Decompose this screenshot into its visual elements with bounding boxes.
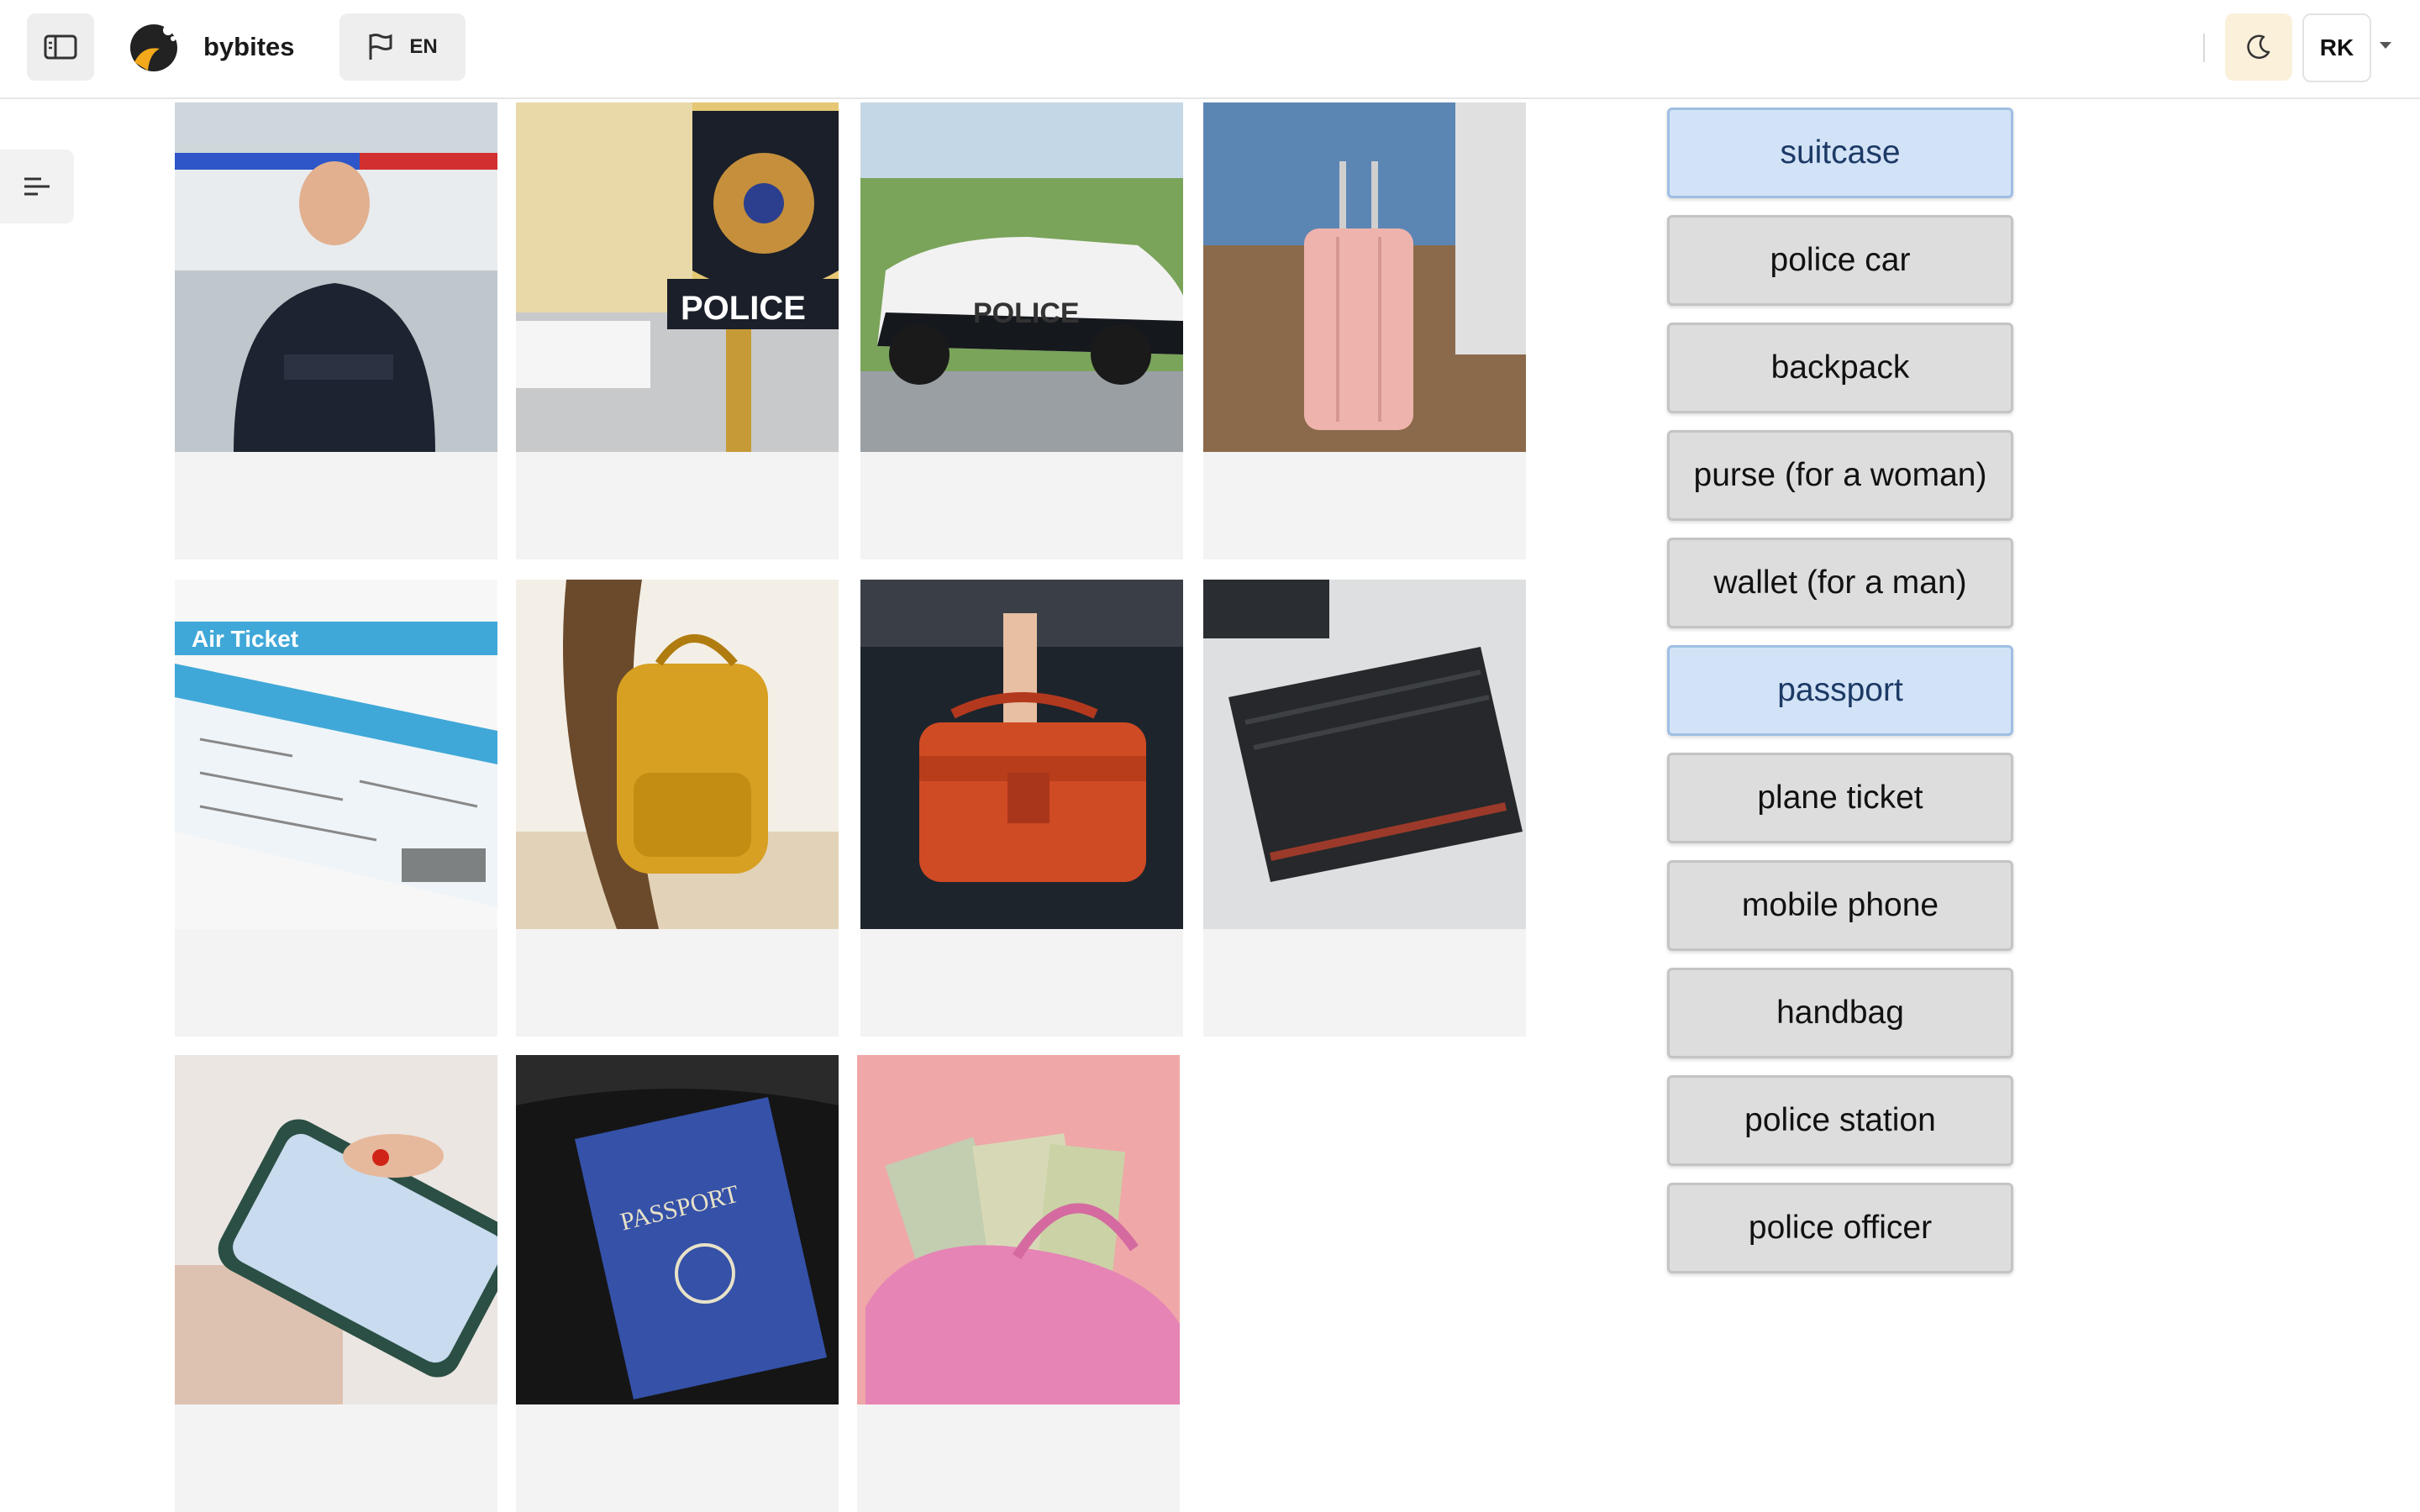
language-button[interactable]: EN — [339, 13, 466, 81]
image-card[interactable] — [1203, 580, 1526, 1037]
brand-name[interactable]: bybites — [203, 32, 295, 62]
svg-text:POLICE: POLICE — [681, 290, 806, 327]
sidebar-toggle-button[interactable] — [27, 13, 94, 81]
svg-text:Air Ticket: Air Ticket — [192, 626, 298, 652]
wallet-image — [1203, 580, 1526, 929]
word-option-police-station[interactable]: police station — [1667, 1075, 2013, 1166]
backpack-image — [516, 580, 839, 929]
purse-image — [857, 1055, 1180, 1404]
word-option-backpack[interactable]: backpack — [1667, 323, 2013, 413]
word-option-police-car[interactable]: police car — [1667, 215, 2013, 306]
top-bar: bybites EN RK — [0, 0, 2420, 99]
police-station-image: POLICE — [516, 102, 839, 452]
image-card[interactable] — [857, 1055, 1180, 1512]
passport-image: PASSPORT — [516, 1055, 839, 1404]
handbag-image — [860, 580, 1183, 929]
flag-icon — [369, 34, 392, 60]
mobile-phone-image — [175, 1055, 497, 1404]
moon-icon — [2247, 34, 2270, 60]
image-card[interactable]: PASSPORT — [516, 1055, 839, 1512]
word-option-purse[interactable]: purse (for a woman) — [1667, 430, 2013, 521]
word-option-mobile-phone[interactable]: mobile phone — [1667, 860, 2013, 951]
image-card[interactable] — [1203, 102, 1526, 559]
brand-logo[interactable] — [126, 20, 182, 76]
plane-ticket-image: Air Ticket — [175, 580, 497, 929]
word-option-wallet[interactable]: wallet (for a man) — [1667, 538, 2013, 628]
word-option-passport[interactable]: passport — [1667, 645, 2013, 736]
police-officer-image — [175, 102, 497, 452]
word-option-police-officer[interactable]: police officer — [1667, 1183, 2013, 1273]
image-card[interactable] — [175, 102, 497, 559]
word-option-plane-ticket[interactable]: plane ticket — [1667, 753, 2013, 843]
outline-list-icon — [24, 177, 50, 196]
image-card[interactable] — [516, 580, 839, 1037]
header-divider — [2203, 34, 2205, 62]
word-option-suitcase[interactable]: suitcase — [1667, 108, 2013, 198]
image-card[interactable]: POLICE — [516, 102, 839, 559]
image-card[interactable]: Air Ticket — [175, 580, 497, 1037]
image-card[interactable]: POLICE — [860, 102, 1183, 559]
suitcase-image — [1203, 102, 1526, 452]
theme-toggle-button[interactable] — [2225, 13, 2292, 81]
image-card[interactable] — [860, 580, 1183, 1037]
word-option-handbag[interactable]: handbag — [1667, 968, 2013, 1058]
sidebar-panel-icon — [44, 34, 77, 60]
chevron-down-icon[interactable] — [2380, 42, 2391, 49]
svg-text:POLICE: POLICE — [973, 297, 1080, 329]
outline-toggle-button[interactable] — [0, 150, 74, 223]
language-label: EN — [409, 35, 438, 58]
image-card[interactable] — [175, 1055, 497, 1512]
police-car-image: POLICE — [860, 102, 1183, 452]
user-avatar-button[interactable]: RK — [2302, 13, 2371, 82]
